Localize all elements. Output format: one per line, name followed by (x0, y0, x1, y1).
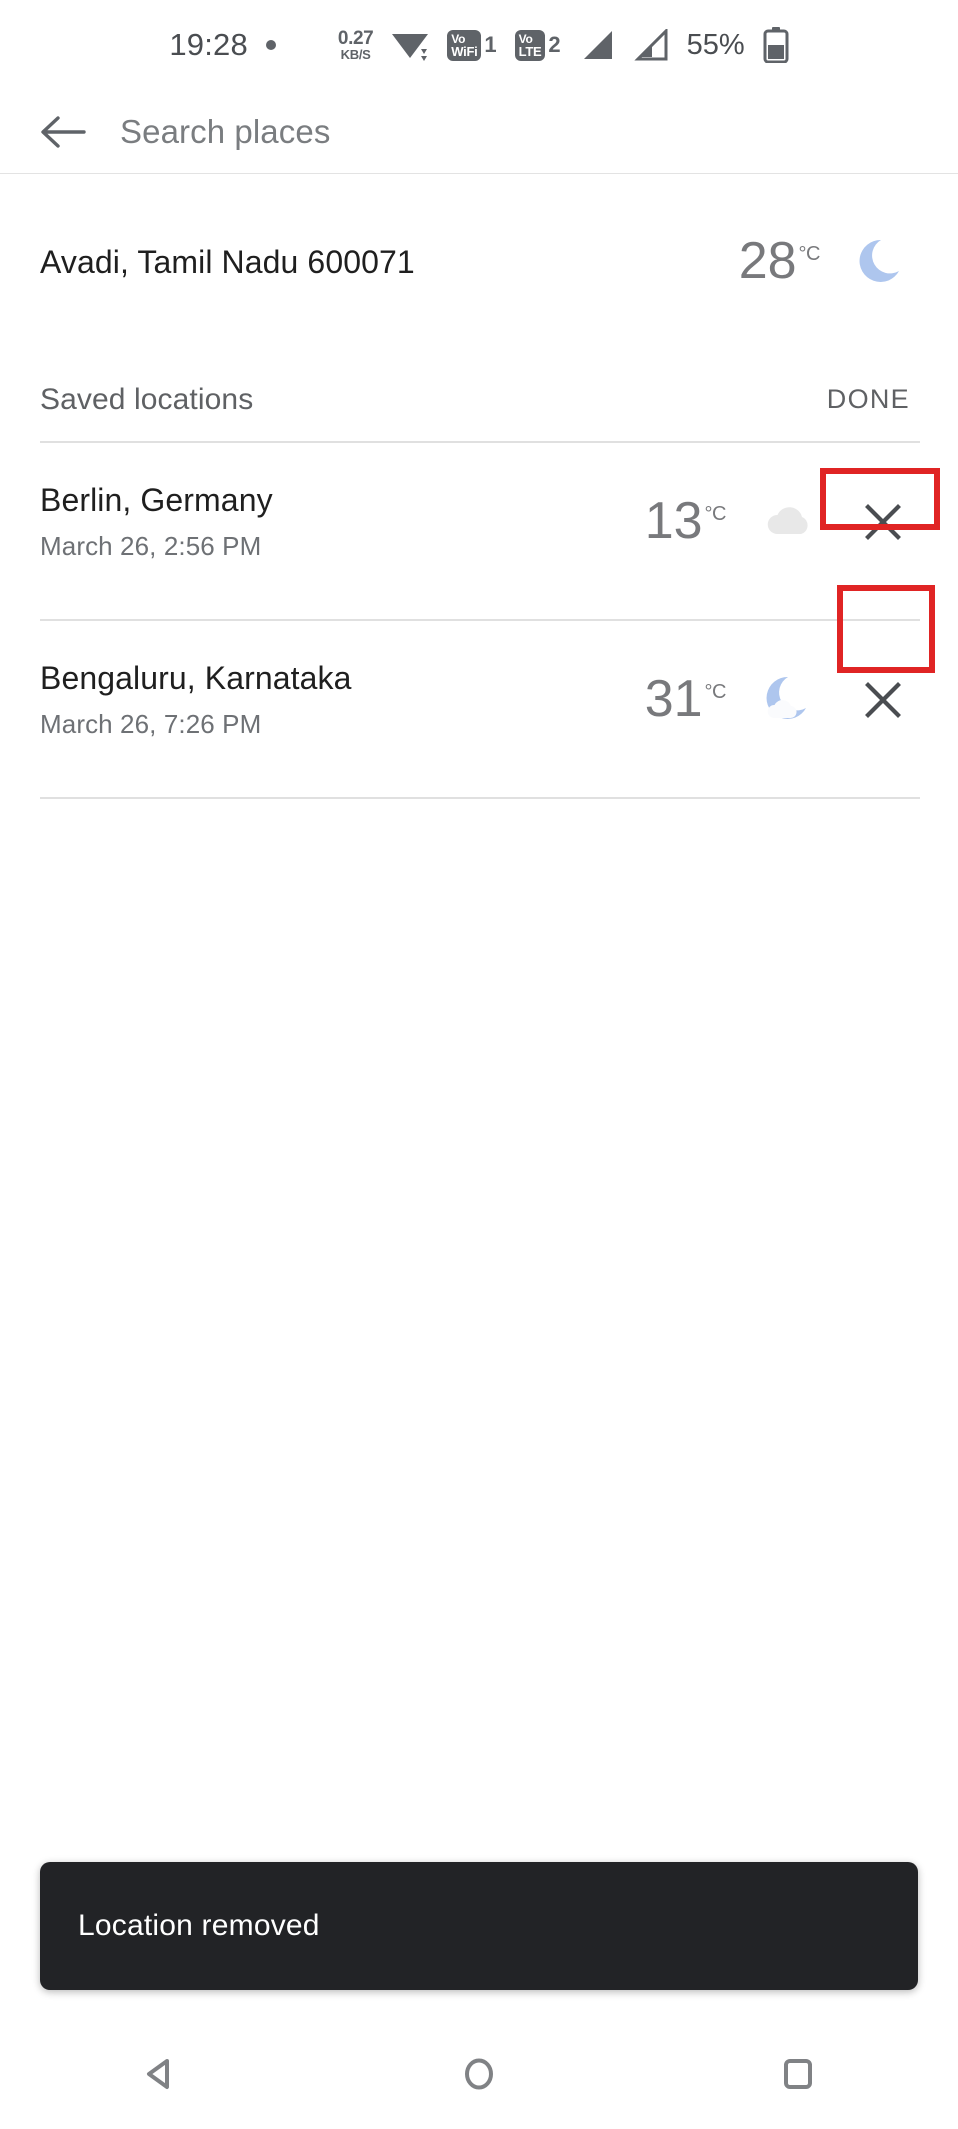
network-speed-indicator: 0.27 KB/S (337, 28, 374, 62)
battery-percentage: 55% (686, 28, 745, 61)
snackbar-message: Location removed (78, 1909, 320, 1942)
saved-temp-unit: °C (704, 681, 727, 704)
vowifi-icon: Vo WiFi 1 (447, 29, 497, 61)
signal-bars-sim2-icon (633, 29, 669, 61)
status-bar-clock: 19:28 (169, 27, 248, 62)
signal-bars-sim1-icon (579, 29, 615, 61)
nav-home-circle-icon[interactable] (419, 2019, 539, 2129)
remove-location-button[interactable] (846, 663, 920, 737)
snackbar[interactable]: Location removed (40, 1862, 918, 1990)
wifi-icon (391, 29, 429, 61)
cloud-icon (752, 493, 826, 551)
saved-location-row-berlin[interactable]: Berlin, Germany March 26, 2:56 PM 13 °C (0, 443, 958, 601)
saved-location-time: March 26, 2:56 PM (40, 531, 262, 561)
saved-location-name: Berlin, Germany (40, 482, 273, 518)
saved-location-name: Bengaluru, Karnataka (40, 660, 352, 696)
volte-sim-number: 2 (548, 32, 561, 57)
back-arrow-icon[interactable] (40, 114, 86, 150)
system-navigation-bar (0, 2019, 958, 2129)
moon-behind-cloud-icon (752, 671, 826, 729)
saved-temp-value: 13 (644, 492, 703, 551)
current-location-name: Avadi, Tamil Nadu 600071 (40, 243, 415, 280)
saved-locations-title: Saved locations (40, 382, 254, 416)
battery-icon (763, 27, 789, 63)
saved-row-divider (40, 797, 920, 799)
volte-icon: Vo LTE 2 (514, 29, 561, 61)
saved-location-row-bengaluru[interactable]: Bengaluru, Karnataka March 26, 7:26 PM 3… (0, 621, 958, 779)
volte-bottom-label: LTE (518, 43, 542, 59)
current-temp-value: 28 (738, 232, 797, 291)
saved-location-time: March 26, 7:26 PM (40, 709, 262, 739)
current-location-temperature: 28 °C (738, 232, 821, 291)
saved-temp-value: 31 (644, 670, 703, 729)
status-notification-dot-icon (265, 40, 276, 50)
saved-temp-unit: °C (704, 503, 727, 526)
saved-location-temperature: 31 °C (608, 670, 727, 729)
network-speed-value: 0.27 (337, 28, 374, 49)
vowifi-sim-number: 1 (484, 32, 497, 57)
network-speed-unit: KB/S (340, 47, 371, 62)
nav-recents-square-icon[interactable] (738, 2019, 858, 2129)
crescent-moon-icon (846, 233, 920, 291)
vowifi-bottom-label: WiFi (451, 43, 478, 59)
current-temp-unit: °C (798, 243, 821, 266)
remove-location-button[interactable] (846, 485, 920, 559)
search-appbar: Search places (0, 90, 958, 174)
done-button[interactable]: DONE (817, 376, 920, 423)
nav-back-triangle-icon[interactable] (100, 2019, 220, 2129)
volte-top-label: Vo (518, 31, 533, 46)
current-location-row[interactable]: Avadi, Tamil Nadu 600071 28 °C (0, 174, 958, 304)
saved-locations-header: Saved locations DONE (0, 376, 958, 423)
vowifi-top-label: Vo (451, 31, 466, 46)
status-bar: 19:28 0.27 KB/S Vo WiFi 1 Vo LTE 2 55% (0, 0, 958, 90)
saved-location-temperature: 13 °C (608, 492, 727, 551)
search-input[interactable]: Search places (120, 113, 330, 151)
